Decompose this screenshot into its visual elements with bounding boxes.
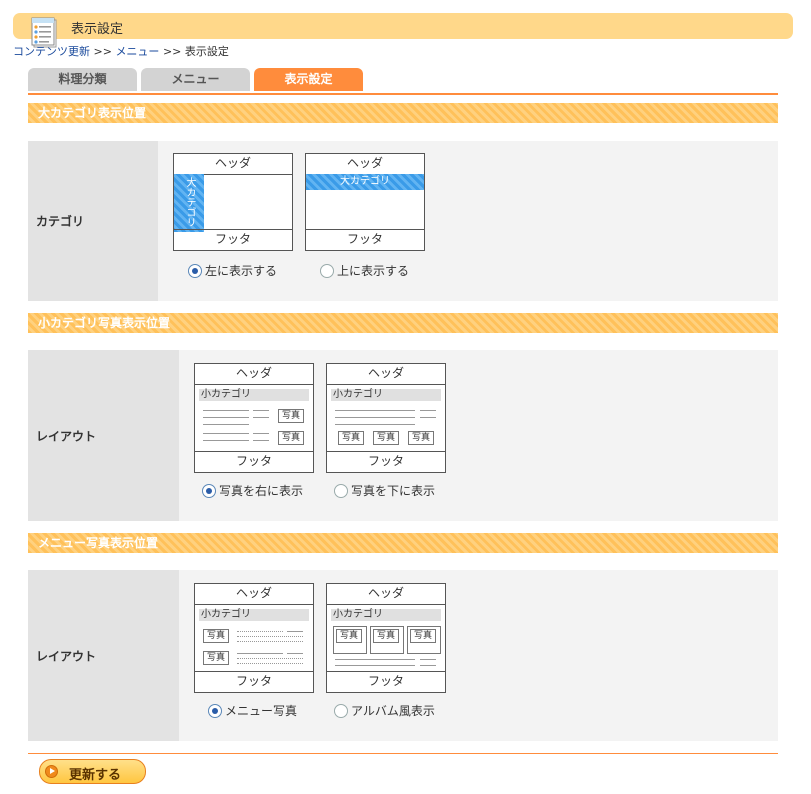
preview-small-category: 小カテゴリ (331, 609, 441, 621)
radio-circle[interactable] (208, 704, 222, 718)
radio-circle[interactable] (334, 484, 348, 498)
preview-header: ヘッダ (327, 364, 445, 385)
breadcrumb-separator: >> (162, 45, 182, 58)
row-label: レイアウト (28, 570, 179, 741)
preview-category-bar: 大カテゴリ (306, 174, 424, 190)
update-button-label: 更新する (69, 768, 122, 783)
page-title-bar: 表示設定 (13, 13, 793, 48)
preview-header: ヘッダ (174, 154, 292, 175)
preview-header: ヘッダ (327, 584, 445, 605)
tab-display-settings[interactable]: 表示設定 (254, 68, 363, 91)
layout-preview-top[interactable]: ヘッダ 大カテゴリ フッタ (305, 153, 425, 251)
radio-photo-right[interactable]: 写真を右に表示 (202, 484, 303, 498)
row-label: カテゴリ (28, 141, 158, 301)
section-heading-large-category: 大カテゴリ表示位置 (28, 103, 778, 123)
preview-footer: フッタ (195, 671, 313, 692)
preview-photo: 写真 (338, 431, 364, 445)
preview-small-category: 小カテゴリ (199, 389, 309, 401)
preview-header: ヘッダ (195, 584, 313, 605)
preview-photo: 写真 (373, 431, 399, 445)
preview-category-bar: 大カテゴリ (174, 174, 204, 232)
radio-circle[interactable] (188, 264, 202, 278)
radio-show-top[interactable]: 上に表示する (320, 264, 409, 278)
tab-bar: 料理分類 メニュー 表示設定 (28, 68, 778, 95)
preview-photo: 写真 (373, 629, 399, 643)
breadcrumb-link-menu[interactable]: メニュー (115, 45, 159, 58)
tab-menu[interactable]: メニュー (141, 68, 250, 91)
tab-dish-category[interactable]: 料理分類 (28, 68, 137, 91)
section-heading-menu-photo: メニュー写真表示位置 (28, 533, 778, 553)
radio-circle[interactable] (320, 264, 334, 278)
layout-preview-photo-right[interactable]: ヘッダ 小カテゴリ 写真 写真 フッタ (194, 363, 314, 473)
preview-footer: フッタ (327, 671, 445, 692)
update-button[interactable]: 更新する (39, 759, 146, 784)
row-label: レイアウト (28, 350, 179, 521)
preview-photo: 写真 (278, 409, 304, 423)
preview-header: ヘッダ (306, 154, 424, 175)
preview-footer: フッタ (174, 229, 292, 250)
radio-circle[interactable] (202, 484, 216, 498)
preview-photo: 写真 (203, 651, 229, 665)
breadcrumb: コンテンツ更新 >> メニュー >> 表示設定 (13, 43, 229, 59)
settings-row-menu-layout: レイアウト ヘッダ 小カテゴリ 写真 写真 フッタ ヘッダ 小カテゴリ 写真 写… (28, 570, 778, 741)
layout-preview-menu-photo[interactable]: ヘッダ 小カテゴリ 写真 写真 フッタ (194, 583, 314, 693)
page-title: 表示設定 (71, 22, 124, 37)
section-heading-small-category-photo: 小カテゴリ写真表示位置 (28, 313, 778, 333)
radio-show-left[interactable]: 左に表示する (188, 264, 277, 278)
layout-preview-album[interactable]: ヘッダ 小カテゴリ 写真 写真 写真 フッタ (326, 583, 446, 693)
layout-preview-left[interactable]: ヘッダ 大カテゴリ フッタ (173, 153, 293, 251)
layout-preview-photo-below[interactable]: ヘッダ 小カテゴリ 写真 写真 写真 フッタ (326, 363, 446, 473)
preview-header: ヘッダ (195, 364, 313, 385)
preview-small-category: 小カテゴリ (199, 609, 309, 621)
preview-photo: 写真 (336, 629, 362, 643)
preview-photo: 写真 (410, 629, 436, 643)
breadcrumb-separator: >> (93, 45, 112, 58)
preview-footer: フッタ (306, 229, 424, 250)
preview-photo: 写真 (278, 431, 304, 445)
bottom-divider (28, 753, 778, 754)
breadcrumb-current: 表示設定 (184, 45, 229, 58)
arrow-right-icon (45, 765, 58, 778)
breadcrumb-link-contents-update[interactable]: コンテンツ更新 (13, 45, 90, 58)
preview-small-category: 小カテゴリ (331, 389, 441, 401)
preview-footer: フッタ (195, 451, 313, 472)
radio-album-style[interactable]: アルバム風表示 (334, 704, 435, 718)
preview-photo: 写真 (203, 629, 229, 643)
radio-circle[interactable] (334, 704, 348, 718)
preview-footer: フッタ (327, 451, 445, 472)
radio-photo-below[interactable]: 写真を下に表示 (334, 484, 435, 498)
settings-row-category: カテゴリ ヘッダ 大カテゴリ フッタ ヘッダ 大カテゴリ フッタ 左に表示する … (28, 141, 778, 301)
settings-row-layout: レイアウト ヘッダ 小カテゴリ 写真 写真 フッタ ヘッダ 小カテゴリ 写真 写… (28, 350, 778, 521)
radio-menu-photo[interactable]: メニュー写真 (208, 704, 297, 718)
preview-photo: 写真 (408, 431, 434, 445)
